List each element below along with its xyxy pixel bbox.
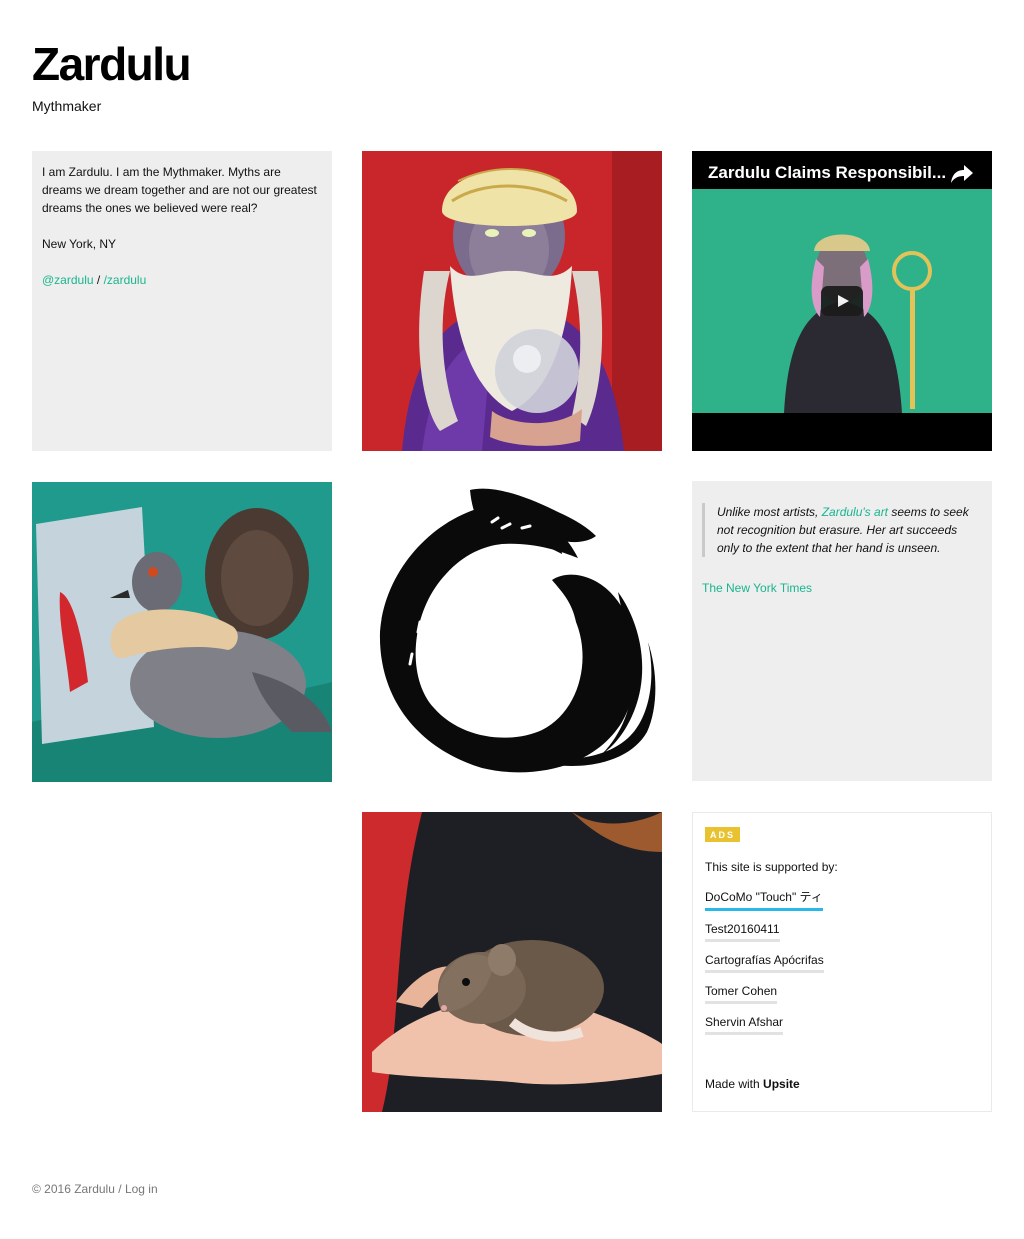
bio-tile: I am Zardulu. I am the Mythmaker. Myths … [32, 151, 332, 451]
rat-logo-tile[interactable] [362, 482, 662, 782]
sponsor-link[interactable]: Tomer Cohen [705, 984, 778, 1004]
sponsor-link[interactable]: Shervin Afshar [705, 1015, 784, 1035]
sponsor-link[interactable]: Test20160411 [705, 922, 780, 942]
footer-separator: / [118, 1182, 122, 1196]
social-separator: / [96, 273, 101, 287]
ads-badge: ADS [705, 827, 741, 842]
share-icon[interactable] [950, 163, 974, 185]
login-link[interactable]: Log in [125, 1182, 158, 1196]
pigeon-photo-tile[interactable] [32, 482, 332, 782]
made-with-credit: Made with Upsite [705, 1077, 800, 1091]
video-title[interactable]: Zardulu Claims Responsibil... [708, 163, 946, 183]
site-title[interactable]: Zardulu [32, 36, 192, 92]
twitter-link[interactable]: @zardulu [42, 273, 94, 287]
video-player[interactable]: Zardulu Claims Responsibil... [692, 151, 992, 451]
quote-source-link[interactable]: The New York Times [702, 581, 812, 595]
wizard-photo [362, 151, 662, 451]
sponsor-link[interactable]: Cartografías Apócrifas [705, 953, 824, 973]
bio-text: I am Zardulu. I am the Mythmaker. Myths … [42, 165, 317, 215]
site-tagline: Mythmaker [32, 98, 102, 114]
quote-link[interactable]: Zardulu's art [822, 505, 888, 519]
made-with-text: Made with [705, 1077, 764, 1091]
rat-photo-tile[interactable] [362, 812, 662, 1112]
wizard-photo-tile[interactable] [362, 151, 662, 451]
rat-photo [362, 812, 662, 1112]
sponsor-link[interactable]: DoCoMo "Touch" ティ [705, 888, 823, 911]
pigeon-photo [32, 482, 332, 782]
footer: © 2016 Zardulu / Log in [32, 1182, 158, 1196]
support-text: This site is supported by: [705, 860, 838, 874]
press-quote-tile: Unlike most artists, Zardulu's art seems… [692, 481, 992, 781]
ouroboros-rat-illustration [379, 488, 656, 773]
upsite-link[interactable]: Upsite [763, 1077, 800, 1091]
play-button-icon[interactable] [821, 286, 863, 316]
press-quote: Unlike most artists, Zardulu's art seems… [702, 503, 982, 557]
bio-social-links: @zardulu / /zardulu [42, 271, 322, 289]
bio-location: New York, NY [42, 237, 117, 251]
sponsors-tile: ADS This site is supported by: DoCoMo "T… [692, 812, 992, 1112]
copyright: © 2016 Zardulu [32, 1182, 115, 1196]
quote-text-before: Unlike most artists, [717, 505, 822, 519]
facebook-link[interactable]: /zardulu [104, 273, 147, 287]
